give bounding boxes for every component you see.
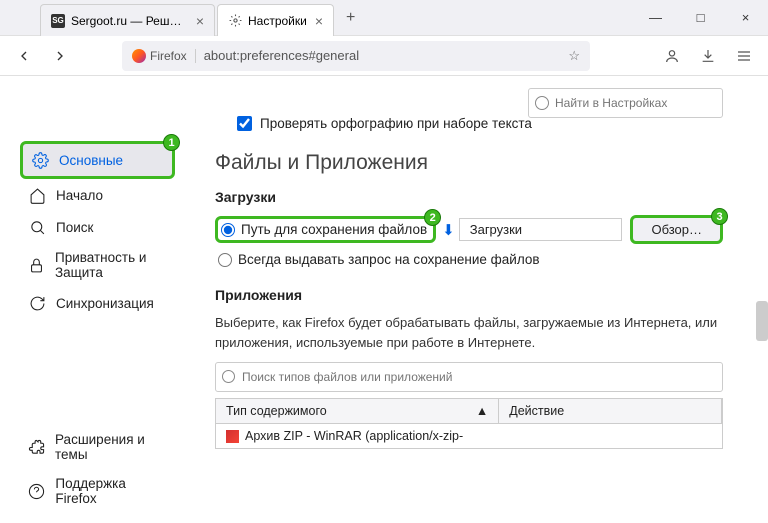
titlebar: SG Sergoot.ru — Решение ваши × Настройки…	[0, 0, 768, 36]
close-icon[interactable]: ×	[315, 13, 323, 29]
save-path-radio-wrap: Путь для сохранения файлов 2	[215, 216, 436, 243]
sidebar-item-general[interactable]: Основные 1	[20, 141, 175, 179]
apps-search-input[interactable]	[215, 362, 723, 392]
firefox-identity: Firefox	[132, 49, 196, 63]
close-button[interactable]: ×	[723, 0, 768, 36]
new-tab-button[interactable]: +	[336, 9, 365, 27]
sidebar-label: Приватность и Защита	[55, 250, 167, 280]
always-ask-radio[interactable]: Всегда выдавать запрос на сохранение фай…	[218, 252, 723, 267]
close-icon[interactable]: ×	[196, 13, 204, 29]
scrollbar-thumb[interactable]	[756, 301, 768, 341]
downloads-icon[interactable]	[694, 42, 722, 70]
tab-title: Sergoot.ru — Решение ваши	[71, 14, 188, 28]
sidebar-label: Поиск	[56, 220, 93, 235]
lock-icon	[28, 256, 45, 274]
window-controls: — □ ×	[633, 0, 768, 36]
download-arrow-icon: ⬇	[442, 221, 455, 239]
sidebar-label: Начало	[56, 188, 103, 203]
always-ask-radio-input[interactable]	[218, 253, 232, 267]
minimize-button[interactable]: —	[633, 0, 678, 36]
favicon-sergoot: SG	[51, 14, 65, 28]
save-path-radio-input[interactable]	[221, 223, 235, 237]
sidebar-label: Синхронизация	[56, 296, 154, 311]
tab-sergoot[interactable]: SG Sergoot.ru — Решение ваши ×	[40, 4, 215, 36]
help-icon	[28, 482, 45, 500]
table-header: Тип содержимого ▲ Действие	[216, 399, 722, 424]
sidebar-item-support[interactable]: Поддержка Firefox	[20, 469, 175, 513]
download-folder-path[interactable]: Загрузки	[459, 218, 623, 241]
apps-table: Тип содержимого ▲ Действие Архив ZIP - W…	[215, 398, 723, 449]
th-type-label: Тип содержимого	[226, 404, 327, 418]
th-content-type[interactable]: Тип содержимого ▲	[216, 399, 499, 423]
firefox-icon	[132, 49, 146, 63]
downloads-heading: Загрузки	[215, 189, 723, 205]
home-icon	[28, 186, 46, 204]
main-panel: Форматирование даты, времени, чисел и ед…	[185, 76, 768, 523]
sync-icon	[28, 294, 46, 312]
spellcheck-label: Проверять орфографию при наборе текста	[260, 116, 532, 131]
bookmark-star-icon[interactable]: ☆	[568, 48, 580, 64]
sort-asc-icon: ▲	[476, 404, 488, 418]
apps-description: Выберите, как Firefox будет обрабатывать…	[215, 313, 723, 352]
th-action[interactable]: Действие	[499, 399, 722, 423]
forward-button[interactable]	[46, 42, 74, 70]
spellcheck-checkbox[interactable]	[237, 116, 252, 131]
save-path-label: Путь для сохранения файлов	[241, 222, 427, 237]
table-row[interactable]: Архив ZIP - WinRAR (application/x-zip-	[216, 424, 722, 448]
url-text: about:preferences#general	[204, 48, 569, 63]
toolbar: Firefox about:preferences#general ☆	[0, 36, 768, 76]
always-ask-label: Всегда выдавать запрос на сохранение фай…	[238, 252, 540, 267]
sidebar-item-home[interactable]: Начало	[20, 179, 175, 211]
maximize-button[interactable]: □	[678, 0, 723, 36]
url-prefix: Firefox	[150, 49, 187, 63]
sidebar-item-privacy[interactable]: Приватность и Защита	[20, 243, 175, 287]
back-button[interactable]	[10, 42, 38, 70]
puzzle-icon	[28, 438, 45, 456]
download-folder: ⬇	[442, 221, 459, 239]
sidebar: Основные 1 Начало Поиск Приватность и За…	[0, 76, 185, 523]
url-bar[interactable]: Firefox about:preferences#general ☆	[122, 41, 590, 71]
row-type-label: Архив ZIP - WinRAR (application/x-zip-	[245, 429, 463, 443]
tab-settings[interactable]: Настройки ×	[217, 4, 334, 36]
menu-icon[interactable]	[730, 42, 758, 70]
section-files-apps: Файлы и Приложения	[215, 151, 723, 175]
save-path-radio[interactable]: Путь для сохранения файлов	[221, 222, 427, 237]
sidebar-label: Поддержка Firefox	[55, 476, 167, 506]
annotation-badge-3: 3	[711, 208, 728, 225]
gear-icon	[228, 14, 242, 28]
gear-icon	[31, 151, 49, 169]
search-icon	[28, 218, 46, 236]
browse-label: Обзор…	[651, 222, 702, 237]
spellcheck-row: Проверять орфографию при наборе текста	[237, 116, 723, 131]
download-path-row: Путь для сохранения файлов 2 ⬇ Загрузки …	[215, 215, 723, 244]
sidebar-item-search[interactable]: Поиск	[20, 211, 175, 243]
tab-strip: SG Sergoot.ru — Решение ваши × Настройки…	[0, 0, 365, 35]
content: Основные 1 Начало Поиск Приватность и За…	[0, 76, 768, 523]
row-action[interactable]	[499, 424, 722, 448]
apps-search	[215, 362, 723, 398]
annotation-badge-1: 1	[163, 134, 180, 151]
sidebar-label: Расширения и темы	[55, 432, 167, 462]
sidebar-item-sync[interactable]: Синхронизация	[20, 287, 175, 319]
tab-title: Настройки	[248, 14, 307, 28]
apps-heading: Приложения	[215, 287, 723, 303]
account-icon[interactable]	[658, 42, 686, 70]
sidebar-label: Основные	[59, 153, 123, 168]
browse-button[interactable]: Обзор… 3	[630, 215, 723, 244]
sidebar-item-extensions[interactable]: Расширения и темы	[20, 425, 175, 469]
winrar-icon	[226, 430, 239, 443]
annotation-badge-2: 2	[424, 209, 441, 226]
